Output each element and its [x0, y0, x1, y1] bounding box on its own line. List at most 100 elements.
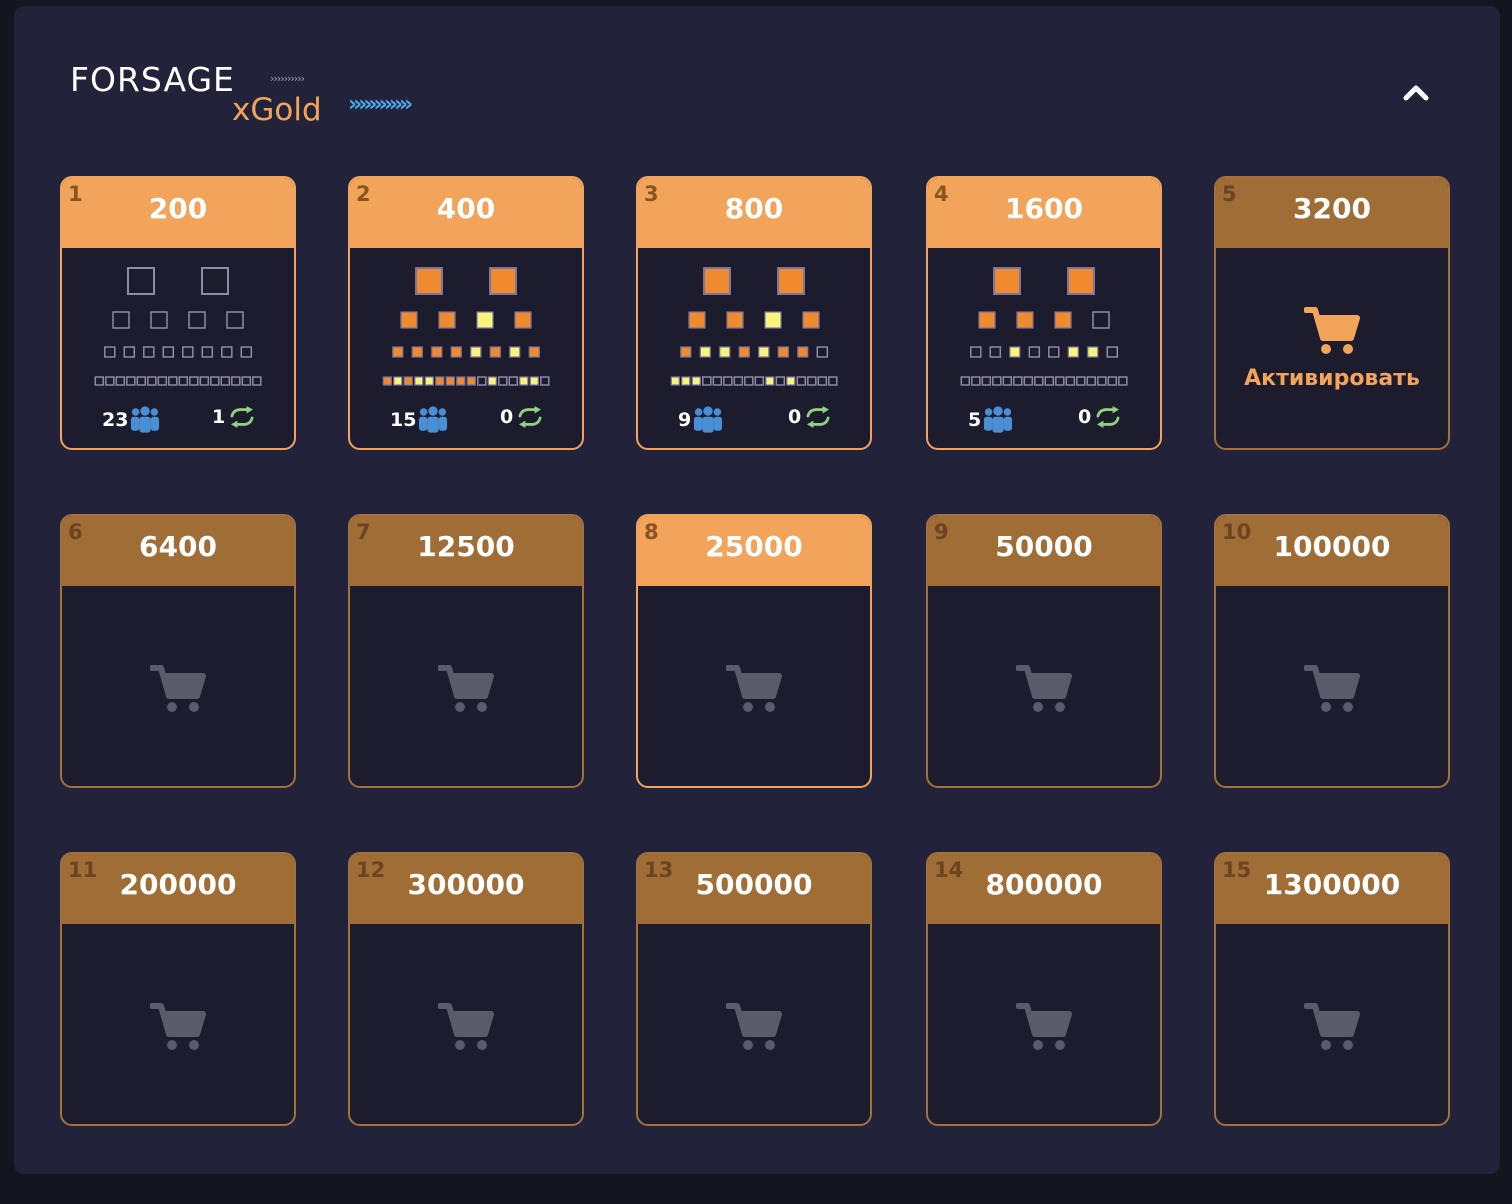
- matrix-slot: [188, 311, 206, 329]
- matrix-slot: [702, 376, 712, 386]
- matrix-slot: [540, 376, 550, 386]
- matrix-slot: [400, 311, 418, 329]
- matrix-slot: [221, 346, 233, 358]
- level-card-13[interactable]: 13 500000: [636, 852, 872, 1126]
- cart-icon: [1015, 665, 1072, 712]
- level-card-8[interactable]: 8 25000: [636, 514, 872, 788]
- matrix-slot: [989, 346, 1002, 358]
- matrix-slot: [477, 376, 487, 386]
- matrix-slot: [115, 376, 126, 386]
- level-card-9[interactable]: 9 50000: [926, 514, 1162, 788]
- matrix-slot: [157, 376, 168, 386]
- level-header: 10 100000: [1216, 516, 1448, 586]
- level-card-1[interactable]: 1 200 23 1: [60, 176, 296, 450]
- buy-cart-button[interactable]: [1303, 664, 1360, 714]
- matrix-diagram: [382, 267, 550, 386]
- matrix-slot: [241, 376, 252, 386]
- people-icon: [984, 406, 1013, 433]
- level-card-14[interactable]: 14 800000: [926, 852, 1162, 1126]
- matrix-slot: [719, 346, 731, 358]
- xgold-panel: FORSAGE ›››››››››› xGold »»»»»» 1 200 23 1 2…: [14, 6, 1500, 1174]
- matrix-slot: [971, 376, 981, 386]
- matrix-slot: [807, 376, 817, 386]
- matrix-slot: [1034, 376, 1044, 386]
- level-header: 4 1600: [928, 178, 1160, 248]
- level-price: 100000: [1273, 530, 1391, 563]
- matrix-slot: [487, 376, 497, 386]
- matrix-slot: [680, 346, 692, 358]
- matrix-slot: [201, 267, 229, 295]
- level-card-4[interactable]: 4 1600 5 0: [926, 176, 1162, 450]
- matrix-slot: [489, 267, 517, 295]
- matrix-slot: [414, 376, 424, 386]
- level-header: 2 400: [350, 178, 582, 248]
- activate-label[interactable]: Активировать: [1216, 366, 1448, 391]
- matrix-slot: [1044, 376, 1055, 386]
- matrix-slot: [1092, 311, 1110, 329]
- level-price: 500000: [695, 868, 813, 901]
- matrix-slot: [1013, 376, 1023, 386]
- level-card-15[interactable]: 15 1300000: [1214, 852, 1450, 1126]
- matrix-slot: [382, 376, 392, 386]
- matrix-slot: [435, 376, 445, 386]
- level-card-12[interactable]: 12 300000: [348, 852, 584, 1126]
- collapse-button[interactable]: [1398, 74, 1434, 110]
- level-card-5[interactable]: 5 3200 Активировать: [1214, 176, 1450, 450]
- matrix-slot: [143, 346, 155, 358]
- level-header: 13 500000: [638, 854, 870, 924]
- level-price: 200000: [119, 868, 237, 901]
- matrix-slot: [1087, 346, 1099, 358]
- matrix-slot: [231, 376, 241, 386]
- matrix-slot: [431, 346, 443, 358]
- logo-xgold-text: xGold: [232, 92, 322, 128]
- matrix-slot: [993, 267, 1021, 295]
- matrix-slot: [1107, 376, 1118, 386]
- matrix-slot: [1028, 346, 1041, 358]
- reinvest-count: 0: [788, 406, 802, 428]
- buy-cart-button[interactable]: [437, 1002, 494, 1052]
- level-header: 6 6400: [62, 516, 294, 586]
- buy-cart-button[interactable]: [725, 1002, 782, 1052]
- matrix-slot: [1106, 346, 1119, 358]
- level-card-11[interactable]: 11 200000: [60, 852, 296, 1126]
- matrix-slot: [127, 267, 155, 295]
- matrix-slot: [226, 311, 244, 329]
- buy-cart-button[interactable]: [1015, 664, 1072, 714]
- partners-count: 5: [968, 408, 982, 431]
- matrix-slot: [240, 346, 253, 358]
- buy-cart-button[interactable]: [1303, 1002, 1360, 1052]
- matrix-slot: [726, 311, 744, 329]
- cart-icon: [149, 665, 206, 712]
- partners-stat: 23: [102, 406, 160, 433]
- matrix-slot: [981, 376, 992, 386]
- matrix-slot: [764, 311, 782, 329]
- level-card-10[interactable]: 10 100000: [1214, 514, 1450, 788]
- level-card-6[interactable]: 6 6400: [60, 514, 296, 788]
- matrix-slot: [509, 346, 521, 358]
- buy-cart-button[interactable]: [725, 664, 782, 714]
- matrix-slot: [508, 376, 519, 386]
- level-price: 1300000: [1263, 868, 1401, 901]
- matrix-slot: [201, 346, 214, 358]
- reinvest-count: 1: [212, 406, 226, 428]
- level-card-7[interactable]: 7 12500: [348, 514, 584, 788]
- buy-cart-button[interactable]: [149, 1002, 206, 1052]
- level-header: 15 1300000: [1216, 854, 1448, 924]
- level-card-2[interactable]: 2 400 15 0: [348, 176, 584, 450]
- level-card-3[interactable]: 3 800 9 0: [636, 176, 872, 450]
- matrix-slot: [112, 311, 130, 329]
- level-price: 3200: [1293, 192, 1371, 225]
- buy-cart-button[interactable]: [437, 664, 494, 714]
- activate-cart-button[interactable]: [1303, 306, 1360, 356]
- matrix-slot: [688, 311, 706, 329]
- matrix-slot: [498, 376, 508, 386]
- level-price: 400: [436, 192, 496, 225]
- buy-cart-button[interactable]: [1015, 1002, 1072, 1052]
- matrix-slot: [528, 346, 540, 358]
- matrix-slot: [754, 376, 765, 386]
- level-price: 300000: [407, 868, 525, 901]
- recycle-icon: [230, 406, 254, 428]
- matrix-slot: [123, 346, 136, 358]
- logo-big-chevrons: »»»»»»: [348, 92, 413, 117]
- buy-cart-button[interactable]: [149, 664, 206, 714]
